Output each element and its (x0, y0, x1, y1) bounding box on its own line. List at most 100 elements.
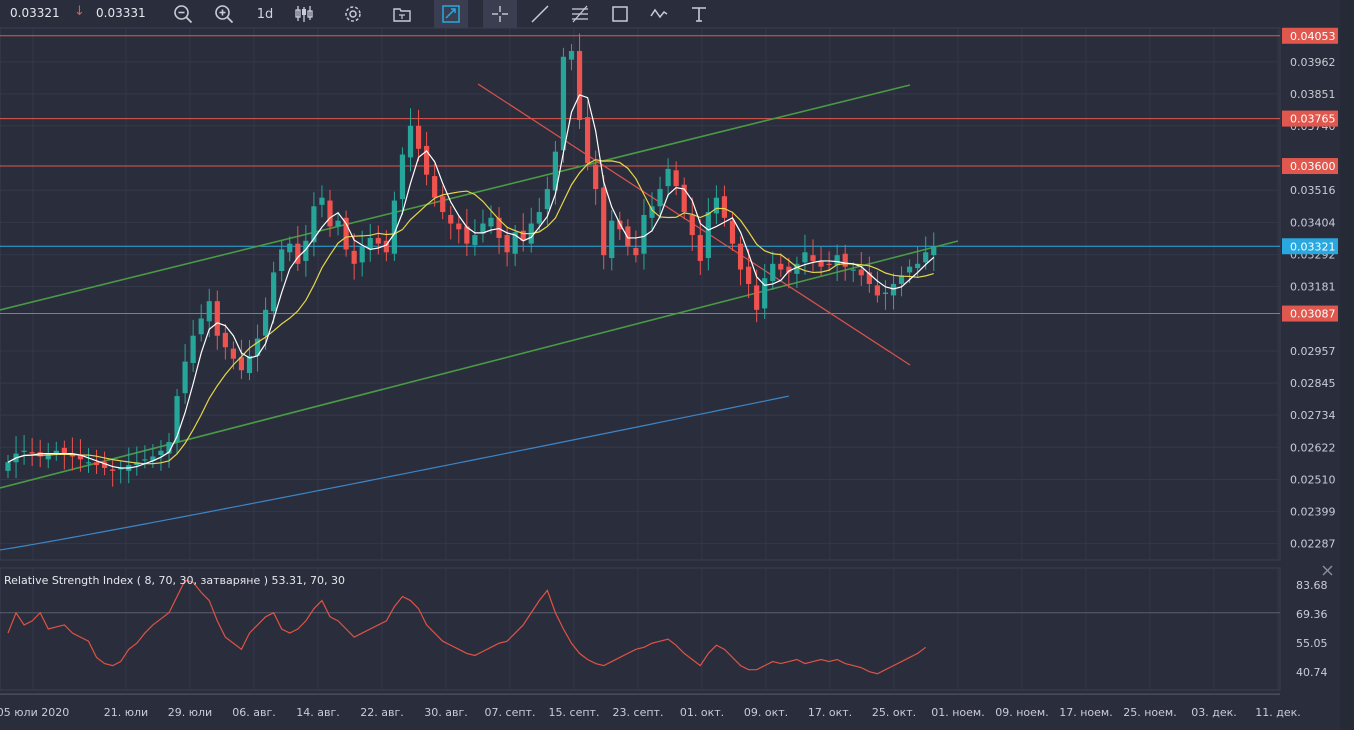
candle-body (61, 447, 67, 454)
candle-body (472, 235, 478, 246)
candle-body (770, 263, 776, 282)
candle-body (585, 117, 591, 164)
candle-body (230, 348, 236, 359)
candle-body (158, 450, 164, 456)
ma-fast-line (7, 94, 935, 469)
price-tick-label: 0.03962 (1290, 56, 1336, 69)
candle-body (721, 196, 728, 218)
price-chart[interactable]: 0.039620.038510.037400.035160.034040.032… (0, 0, 1340, 730)
candle-body (826, 263, 832, 266)
candle-body (874, 285, 880, 296)
lower-channel-line (0, 240, 959, 489)
time-tick-label: 21. юли (104, 706, 148, 719)
candles (5, 33, 937, 487)
candle-body (391, 200, 397, 254)
main-panel-frame (0, 27, 1281, 561)
close-icon[interactable] (1322, 565, 1333, 576)
rsi-line (7, 579, 927, 675)
rsi-tick-label: 69.36 (1296, 608, 1328, 621)
candle-body (931, 246, 937, 256)
candle-body (601, 187, 607, 256)
candle-body (448, 214, 454, 224)
candle-body (834, 255, 840, 266)
candle-body (488, 217, 494, 227)
scrollbar[interactable] (1340, 0, 1354, 730)
level-price-label: 0.04053 (1290, 30, 1336, 43)
candle-body (858, 269, 864, 276)
candle-body (206, 301, 212, 322)
price-axis[interactable]: 0.039620.038510.037400.035160.034040.032… (1282, 27, 1338, 551)
candle-body (673, 170, 679, 187)
candle-body (359, 246, 365, 263)
candle-body (214, 301, 220, 336)
candle-body (93, 462, 100, 466)
candle-body (576, 51, 583, 121)
candle-body (890, 283, 897, 296)
candle-body (190, 335, 196, 364)
candle-body (568, 51, 575, 60)
candle-body (263, 309, 269, 336)
candle-body (641, 214, 647, 254)
candle-body (544, 189, 550, 210)
candle-body (142, 459, 148, 461)
ma-mid-line (7, 159, 934, 465)
candle-body (456, 223, 462, 230)
candle-body (407, 125, 414, 158)
candle-body (705, 212, 711, 259)
candle-body (399, 154, 406, 200)
candle-body (440, 196, 446, 213)
candle-body (593, 164, 599, 190)
time-tick-label: 09. окт. (744, 706, 788, 719)
time-tick-label: 25. окт. (872, 706, 916, 719)
candle-body (110, 469, 116, 471)
candle-body (729, 220, 736, 244)
candle-body (915, 263, 921, 269)
candle-body (279, 249, 285, 271)
candle-body (319, 197, 325, 205)
rsi-tick-label: 55.05 (1296, 637, 1328, 650)
candle-body (850, 269, 856, 271)
candle-body (802, 252, 808, 263)
candle-body (222, 332, 228, 348)
candle-body (882, 292, 889, 294)
candle-body (504, 235, 510, 253)
candle-body (432, 176, 438, 198)
candle-body (198, 318, 204, 335)
time-tick-label: 07. септ. (485, 706, 536, 719)
candle-body (907, 266, 913, 273)
time-tick-label: 01. ноем. (931, 706, 984, 719)
time-tick-label: 17. ноем. (1059, 706, 1112, 719)
rsi-tick-label: 83.68 (1296, 579, 1328, 592)
trendlines[interactable] (0, 83, 959, 489)
candle-body (713, 197, 719, 214)
time-tick-label: 09. ноем. (995, 706, 1048, 719)
time-tick-label: 03. дек. (1191, 706, 1237, 719)
time-tick-label: 15. септ. (549, 706, 600, 719)
time-axis[interactable]: 05 юли 2020 21. юли 29. юли 06. авг. 14. авг… (0, 706, 1301, 719)
time-tick-label: 23. септ. (613, 706, 664, 719)
candle-body (351, 250, 357, 264)
candle-body (343, 217, 349, 250)
candle-body (625, 226, 631, 247)
candle-body (842, 253, 848, 267)
candle-body (375, 237, 381, 244)
candle-body (536, 212, 542, 224)
price-tick-label: 0.02957 (1290, 345, 1336, 358)
candle-body (182, 361, 188, 394)
candle-body (29, 452, 35, 454)
candle-body (633, 247, 639, 256)
time-tick-label: 17. окт. (808, 706, 852, 719)
rsi-panel: 83.68 69.36 55.05 40.74 Relative Strength In… (0, 565, 1333, 695)
candle-body (5, 462, 11, 471)
level-price-label: 0.03765 (1290, 113, 1336, 126)
time-tick-label: 01. окт. (680, 706, 724, 719)
horizontal-levels[interactable] (0, 35, 1280, 315)
time-tick-label: 06. авг. (232, 706, 276, 719)
time-tick-label: 29. юли (168, 706, 212, 719)
time-tick-label: 11. дек. (1255, 706, 1301, 719)
candle-body (609, 220, 615, 259)
candle-body (21, 450, 27, 452)
candle-body (287, 243, 293, 253)
current-price-label: 0.03321 (1290, 240, 1336, 253)
candle-body (737, 243, 744, 270)
